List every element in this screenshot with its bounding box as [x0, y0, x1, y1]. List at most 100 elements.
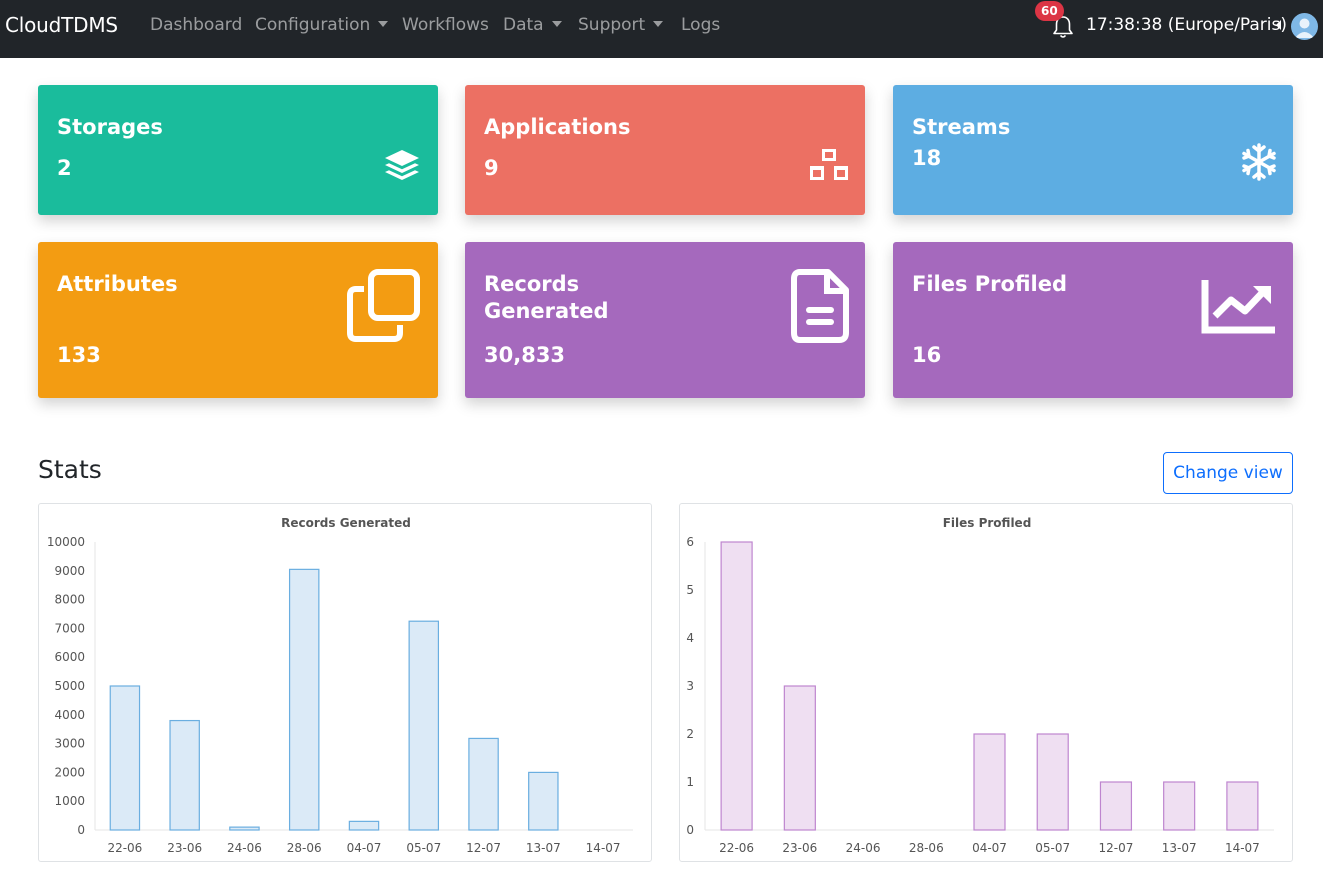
x-tick-label: 04-07 [972, 841, 1007, 855]
card-title: Applications [484, 115, 631, 139]
bar-22-06[interactable] [109, 685, 141, 831]
y-tick-label: 9000 [54, 564, 85, 578]
chevron-down-icon [378, 21, 389, 27]
x-tick-label: 22-06 [107, 841, 142, 855]
card-attributes[interactable]: Attributes 133 [38, 242, 438, 398]
y-tick-label: 3 [686, 679, 694, 693]
x-tick-label: 24-06 [846, 841, 881, 855]
records-generated-chart-svg: Records Generated 0 1000 2000 3000 4000 5000 60… [47, 516, 633, 855]
cubes-icon [810, 149, 848, 180]
card-title: Files Profiled [912, 272, 1068, 296]
x-tick-label: 05-07 [1035, 841, 1070, 855]
x-tick-label: 14-07 [586, 841, 621, 855]
nav-support-label: Support [578, 15, 646, 35]
card-title: Attributes [57, 272, 178, 296]
nav-support[interactable]: Support [578, 15, 664, 35]
change-view-button[interactable]: Change view [1163, 452, 1293, 494]
card-title: Records Generated [484, 272, 609, 323]
bar-05-07[interactable] [408, 620, 440, 831]
y-tick-label: 5 [686, 583, 694, 597]
clock-display: 17:38:38 (Europe/Paris) [1086, 15, 1288, 35]
nav-data-label: Data [503, 15, 544, 35]
chart-title: Records Generated [281, 516, 411, 530]
card-title: Streams [912, 115, 1011, 139]
bar-12-07[interactable] [468, 737, 499, 831]
card-files-profiled[interactable]: Files Profiled 16 [893, 242, 1293, 398]
bar-04-07[interactable] [348, 820, 380, 831]
y-tick-label: 5000 [54, 679, 85, 693]
x-tick-label: 23-06 [782, 841, 817, 855]
card-value: 18 [912, 146, 942, 170]
y-tick-label: 6 [686, 535, 694, 549]
layers-icon [385, 150, 419, 180]
y-tick-label: 6000 [54, 650, 85, 664]
nav-logs-label: Logs [681, 15, 721, 35]
card-value: 2 [57, 156, 72, 180]
nav-configuration-label: Configuration [255, 15, 371, 35]
y-tick-label: 10000 [47, 535, 85, 549]
nav-dashboard[interactable]: Dashboard [150, 15, 242, 35]
chevron-down-icon [551, 21, 562, 27]
x-tick-label: 28-06 [287, 841, 322, 855]
chart-title: Files Profiled [943, 516, 1032, 530]
card-applications[interactable]: Applications 9 [465, 85, 865, 215]
y-tick-label: 4 [686, 631, 694, 645]
card-title: Storages [57, 115, 163, 139]
y-tick-label: 1 [686, 775, 694, 789]
bar-28-06[interactable] [288, 568, 320, 831]
bar-12-07[interactable] [1099, 781, 1133, 831]
chart-line-icon [1201, 280, 1275, 334]
bar-05-07[interactable] [1036, 733, 1069, 831]
x-tick-label: 04-07 [347, 841, 382, 855]
card-value: 133 [57, 343, 101, 367]
x-tick-label: 12-07 [466, 841, 501, 855]
user-avatar-icon[interactable] [1291, 13, 1318, 40]
nav-data[interactable]: Data [503, 15, 562, 35]
nav-logs[interactable]: Logs [681, 15, 720, 35]
chevron-down-icon [653, 21, 664, 27]
card-value: 16 [912, 343, 942, 367]
snowflake-icon [1242, 143, 1276, 181]
card-storages[interactable]: Storages 2 [38, 85, 438, 215]
x-tick-label: 14-07 [1225, 841, 1260, 855]
x-tick-label: 05-07 [406, 841, 441, 855]
bar-22-06[interactable] [720, 541, 753, 831]
x-tick-label: 28-06 [909, 841, 944, 855]
y-tick-label: 2 [686, 727, 694, 741]
nav-dashboard-label: Dashboard [150, 15, 243, 35]
y-tick-label: 2000 [54, 765, 85, 779]
y-tick-label: 1000 [54, 794, 85, 808]
card-records-generated[interactable]: Records Generated 30,833 [465, 242, 865, 398]
files-profiled-chart: Files Profiled 0 1 2 3 4 5 6 22-06 23-06 24-06 28-0… [679, 503, 1293, 862]
y-tick-label: 8000 [54, 593, 85, 607]
brand-logo[interactable]: CloudTDMS [5, 13, 118, 37]
notification-badge: 60 [1035, 1, 1064, 21]
nav-workflows[interactable]: Workflows [402, 15, 489, 35]
nav-configuration[interactable]: Configuration [255, 15, 389, 35]
x-tick-label: 22-06 [719, 841, 754, 855]
bar-13-07[interactable] [1163, 781, 1196, 831]
bar-24-06[interactable] [229, 826, 260, 831]
bar-14-07[interactable] [1226, 781, 1259, 831]
top-navbar: CloudTDMS Dashboard Configuration Workfl… [0, 0, 1323, 58]
y-tick-label: 3000 [54, 737, 85, 751]
bar-23-06[interactable] [169, 719, 200, 831]
bar-04-07[interactable] [973, 733, 1006, 831]
caret-left-icon[interactable] [1276, 20, 1281, 30]
x-tick-label: 24-06 [227, 841, 262, 855]
bar-13-07[interactable] [528, 771, 559, 831]
y-tick-label: 0 [686, 823, 694, 837]
records-generated-chart: Records Generated 0 1000 2000 3000 4000 5000 60… [38, 503, 652, 862]
y-tick-label: 0 [77, 823, 85, 837]
x-tick-label: 12-07 [1099, 841, 1134, 855]
card-value: 30,833 [484, 343, 566, 367]
file-icon [791, 269, 849, 343]
x-tick-label: 13-07 [1162, 841, 1197, 855]
card-value: 9 [484, 156, 499, 180]
nav-workflows-label: Workflows [402, 15, 489, 35]
y-tick-label: 7000 [54, 621, 85, 635]
stats-heading: Stats [38, 455, 102, 484]
y-tick-label: 4000 [54, 708, 85, 722]
bar-23-06[interactable] [783, 685, 816, 831]
card-streams[interactable]: Streams 18 [893, 85, 1293, 215]
